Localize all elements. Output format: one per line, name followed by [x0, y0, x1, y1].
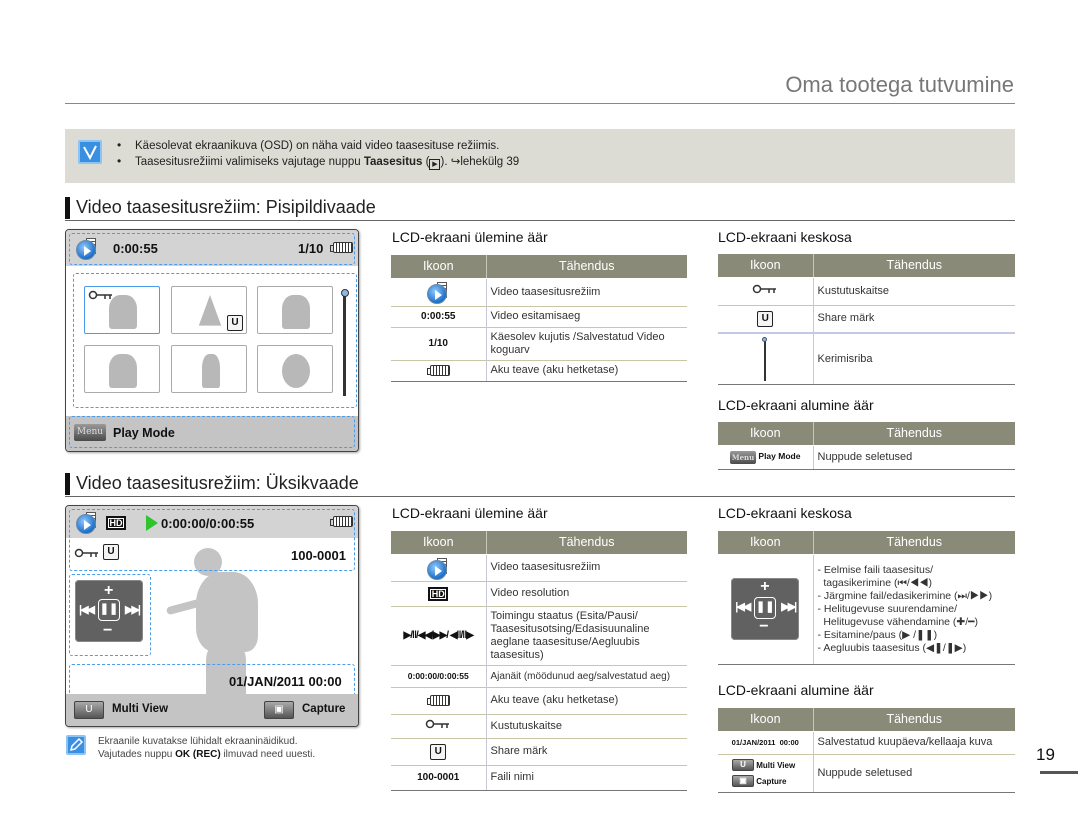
scrollbar-knob[interactable] [341, 289, 349, 297]
table-row: 0:00:55 Video esitamisaeg [391, 305, 687, 327]
table-heading: LCD-ekraani ülemine äär [392, 229, 548, 245]
table-heading: LCD-ekraani ülemine äär [392, 505, 548, 521]
table-row: Menu Play Mode Nuppude seletused [718, 444, 1015, 470]
table-row: 100-0001 Faili nimi [391, 764, 687, 791]
menu-button-icon: Menu [730, 450, 757, 464]
thumbnail-5[interactable] [171, 345, 247, 393]
table-row: Aku teave (aku hetketase) [391, 686, 687, 714]
table-row: Video taasesitusrežiim [391, 277, 687, 306]
hd-resolution-icon: HD [106, 516, 126, 530]
table-row: Kustutuskaitse [391, 713, 687, 738]
capture-icon[interactable]: ▣ [264, 701, 294, 719]
playback-status-icons: ▶/‖/◀◀/▶▶/ ◀‖/‖▶ [391, 605, 487, 665]
scrollbar[interactable] [343, 293, 346, 396]
battery-icon [427, 364, 451, 376]
playback-control-pad[interactable]: + |◀◀ ❚❚ ▶▶| − [75, 580, 143, 642]
table-row: Aku teave (aku hetketase) [391, 359, 687, 382]
lcd-time: 0:00:55 [113, 241, 158, 256]
share-mark-icon: U [757, 310, 774, 327]
video-playback-mode-icon [427, 557, 449, 580]
previous-icon[interactable]: |◀◀ [79, 603, 95, 616]
battery-icon [427, 694, 451, 706]
table-row: + |◀◀ ❚❚ ▶▶| − - Eelmise faili taasesitus/ t… [718, 553, 1015, 665]
section-heading-thumbnail: Video taasesitusrežiim: Pisipildivaade [65, 195, 1015, 221]
video-playback-mode-icon [76, 240, 96, 260]
control-pad-meaning: - Eelmise faili taasesitus/ tagasikerimi… [813, 553, 1015, 665]
next-icon[interactable]: ▶▶| [125, 603, 141, 616]
table-row: 01/JAN/2011 00:00 Salvestatud kuupäeva/ke… [718, 730, 1015, 754]
pause-icon[interactable]: ❚❚ [98, 599, 120, 621]
volume-up-icon[interactable]: + [104, 582, 113, 600]
table-row: U Multi View ▣ Capture Nuppude seletused [718, 753, 1015, 793]
lcd-thumbnail-view: 0:00:55 1/10 U Menu Play Mode [65, 229, 359, 452]
table-row: 1/10 Käesolev kujutis /Salvestatud Video … [391, 326, 687, 360]
protect-key-icon [753, 284, 777, 294]
lcd-datetime: 01/JAN/2011 00:00 [229, 674, 342, 689]
table-row: Kustutuskaitse [718, 276, 1015, 305]
thumbnail-4[interactable] [84, 345, 160, 393]
single-top-table: Ikoon Tähendus Video taasesitusrežiim HD V… [391, 531, 687, 791]
scrollbar-icon [761, 337, 769, 381]
note-item: Käesolevat ekraanikuva (OSD) on näha vai… [117, 138, 519, 154]
table-row: ▶/‖/◀◀/▶▶/ ◀‖/‖▶ Toimingu staatus (Esita/… [391, 605, 687, 665]
table-heading: LCD-ekraani keskosa [718, 505, 852, 521]
section-heading-single: Video taasesitusrežiim: Üksikvaade [65, 471, 1015, 497]
multi-view-icon[interactable]: U [74, 701, 104, 719]
share-mark-icon: U [227, 315, 243, 331]
thumbnail-top-table: Ikoon Tähendus Video taasesitusrežiim 0:0… [391, 255, 687, 382]
single-center-table: Ikoon Tähendus + |◀◀ ❚❚ ▶▶| − - Eelmise faili… [718, 531, 1015, 665]
hd-resolution-icon: HD [428, 586, 449, 601]
page-title: Oma tootega tutvumine [785, 72, 1014, 97]
table-row: HD Video resolution [391, 580, 687, 606]
tip-text: Ekraanile kuvatakse lühidalt ekraaninäid… [98, 736, 316, 760]
play-status-icon [146, 515, 158, 531]
video-playback-mode-icon [427, 282, 449, 304]
playback-button-icon: ▶ [429, 159, 441, 170]
header-divider [65, 103, 1015, 104]
capture-button[interactable]: Capture [302, 703, 345, 715]
thumbnail-1[interactable] [84, 286, 160, 334]
lcd-file-name: 100-0001 [291, 548, 346, 563]
multi-view-icon: U [732, 759, 754, 772]
page-number-rule [1040, 771, 1078, 774]
note-box: Käesolevat ekraanikuva (OSD) on näha vai… [65, 129, 1015, 183]
tip-pencil-icon [66, 735, 86, 755]
table-row: Kerimisriba [718, 332, 1015, 385]
protect-key-icon [74, 548, 98, 558]
battery-icon [330, 516, 353, 527]
video-playback-mode-icon [76, 514, 96, 534]
protect-key-icon [426, 719, 450, 729]
share-mark-icon: U [103, 544, 119, 560]
lcd-time: 0:00:00/0:00:55 [161, 516, 255, 531]
thumbnail-2[interactable]: U [171, 286, 247, 334]
table-row: U Share märk [391, 737, 687, 765]
thumbnail-6[interactable] [257, 345, 333, 393]
playback-control-pad-icon: + |◀◀ ❚❚ ▶▶| − [731, 578, 800, 640]
page-number: 19 [1036, 745, 1055, 764]
thumbnail-3[interactable] [257, 286, 333, 334]
volume-down-icon[interactable]: − [103, 622, 112, 640]
capture-icon: ▣ [732, 775, 754, 788]
table-row: U Share märk [718, 304, 1015, 333]
lcd-counter: 1/10 [298, 241, 324, 256]
thumbnail-center-table: Ikoon Tähendus Kustutuskaitse U Share märk… [718, 254, 1015, 385]
lcd-single-view: HD 0:00:00/0:00:55 U 100-0001 + |◀◀ ❚❚ ▶… [65, 505, 359, 727]
share-mark-icon: U [430, 743, 447, 760]
single-bottom-table: Ikoon Tähendus 01/JAN/2011 00:00 Salvestat… [718, 708, 1015, 793]
battery-icon [330, 242, 353, 253]
table-row: Video taasesitusrežiim [391, 553, 687, 581]
thumbnail-bottom-table: Ikoon Tähendus Menu Play Mode Nuppude sele… [718, 422, 1015, 470]
protect-key-icon [88, 290, 112, 300]
table-row: 0:00:00/0:00:55 Ajanäit (möödunud aeg/sal… [391, 664, 687, 687]
multi-view-button[interactable]: Multi View [112, 703, 168, 715]
note-item: Taasesitusrežiimi valimiseks vajutage nu… [117, 154, 519, 170]
table-heading: LCD-ekraani keskosa [718, 229, 852, 245]
menu-button-icon[interactable]: Menu [74, 424, 106, 441]
play-mode-label[interactable]: Play Mode [113, 426, 175, 440]
checkmark-note-icon [78, 140, 102, 164]
table-heading: LCD-ekraani alumine äär [718, 397, 874, 413]
table-heading: LCD-ekraani alumine äär [718, 682, 874, 698]
note-list: Käesolevat ekraanikuva (OSD) on näha vai… [117, 138, 519, 170]
